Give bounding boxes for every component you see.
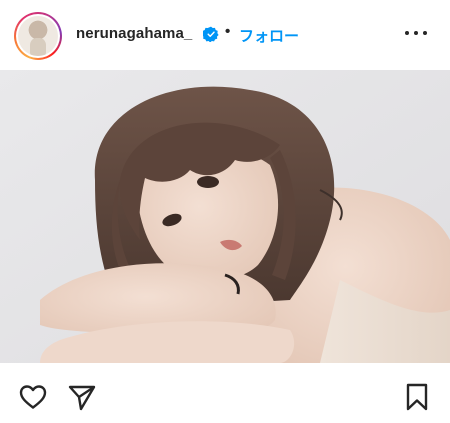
avatar[interactable] [18,16,58,56]
bookmark-icon[interactable] [402,382,432,412]
story-ring[interactable] [14,12,62,60]
verified-badge-icon [203,26,219,42]
post-actions [0,363,450,423]
post-header: nerunagahama_ • フォロー [0,0,450,70]
heart-icon[interactable] [18,382,48,412]
portrait-image [0,70,450,363]
follow-button[interactable]: フォロー [239,25,299,46]
more-options-icon[interactable] [405,30,427,38]
paper-plane-icon[interactable] [67,382,97,412]
post-photo[interactable] [0,70,450,363]
separator-dot: • [225,23,231,40]
username[interactable]: nerunagahama_ [76,25,192,42]
